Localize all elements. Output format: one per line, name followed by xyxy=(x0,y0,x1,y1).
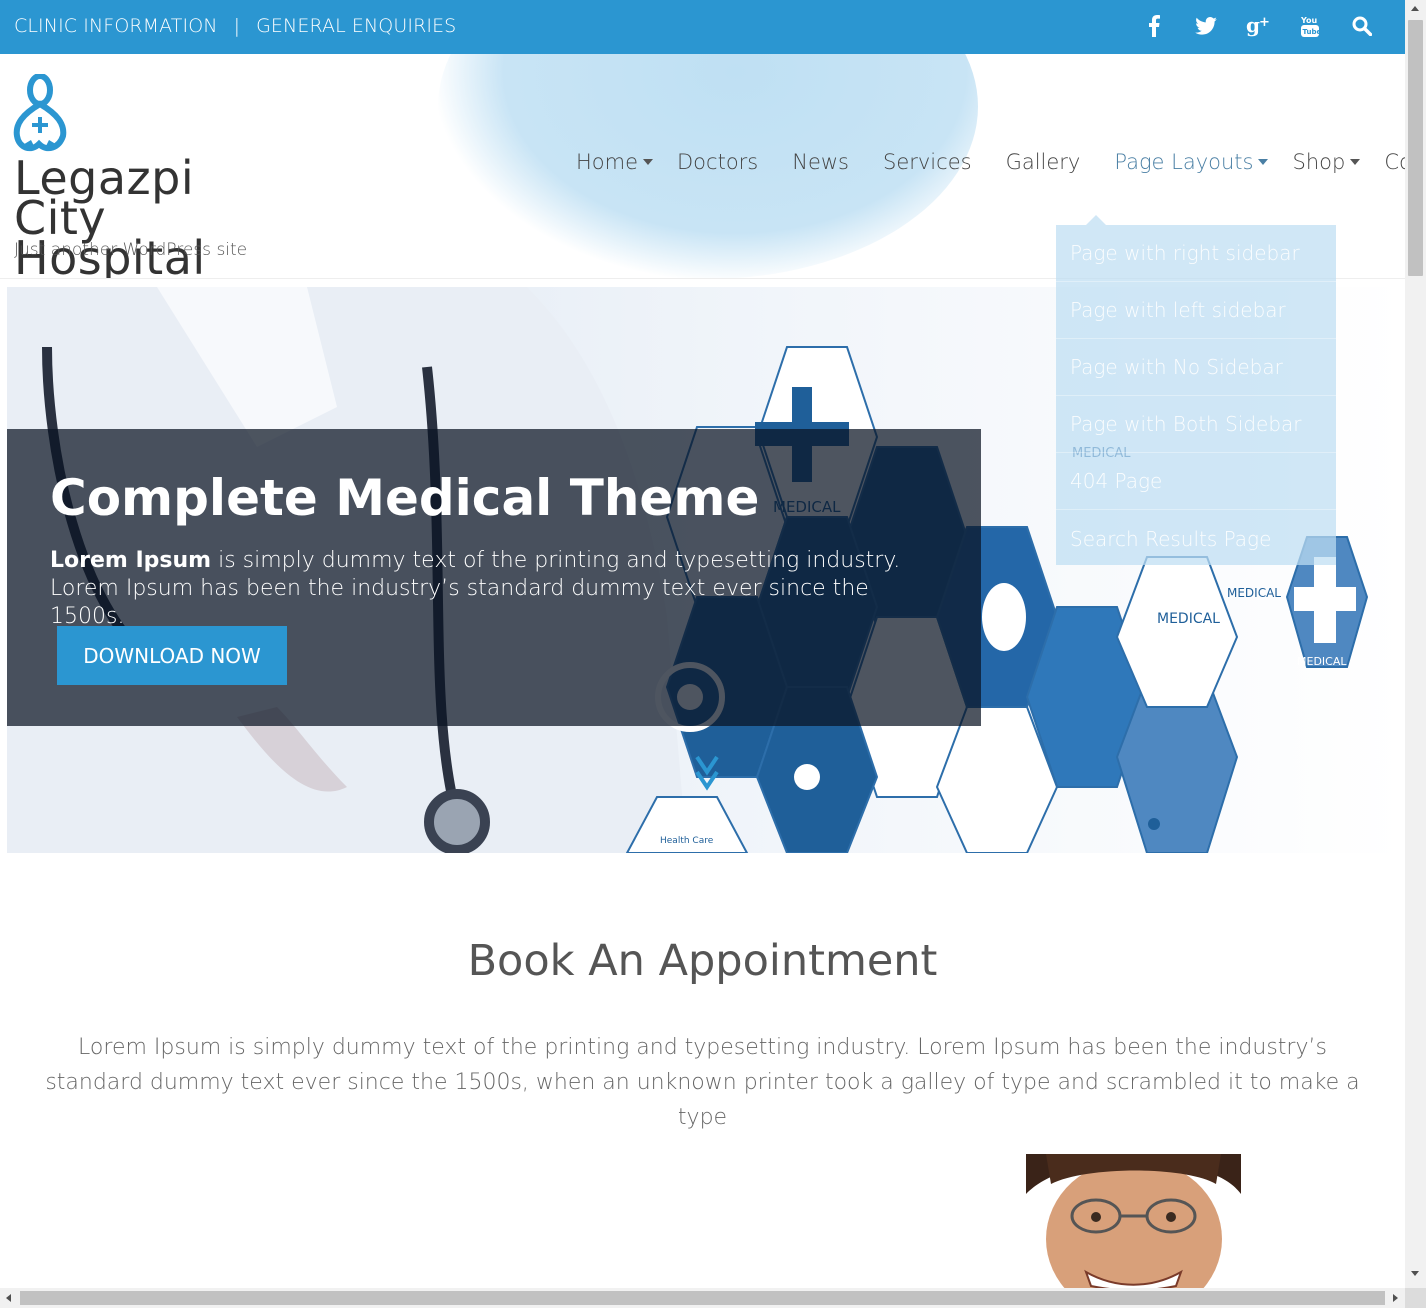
nav-item-gallery-label: Gallery xyxy=(1005,150,1081,174)
appointment-text: Lorem Ipsum is simply dummy text of the … xyxy=(45,1035,1360,1130)
nav-item-news-label: News xyxy=(792,150,849,174)
scroll-up-arrow-icon[interactable] xyxy=(1411,6,1419,11)
nav-item-services[interactable]: Services xyxy=(883,150,972,174)
dropdown-item-404-page[interactable]: 404 Page xyxy=(1056,453,1336,510)
svg-text:MEDICAL: MEDICAL xyxy=(1227,586,1281,600)
nav-item-services-label: Services xyxy=(883,150,972,174)
search-icon[interactable] xyxy=(1349,12,1375,40)
site-title[interactable]: Legazpi City Hospital xyxy=(14,155,294,278)
chevron-down-icon xyxy=(1258,159,1269,165)
twitter-icon[interactable] xyxy=(1193,12,1219,40)
chevron-down-icon xyxy=(1350,159,1361,165)
appointment-heading: Book An Appointment xyxy=(467,936,938,986)
clinic-information-link[interactable]: CLINIC INFORMATION xyxy=(14,15,218,37)
main-navigation: Home Doctors News Services Gallery Page … xyxy=(576,150,1405,174)
nav-item-contact[interactable]: Contact xyxy=(1384,150,1405,174)
doctor-photo xyxy=(1026,1154,1241,1289)
svg-text:You: You xyxy=(1300,16,1318,25)
vertical-scroll-thumb[interactable] xyxy=(1408,20,1423,276)
top-links: CLINIC INFORMATION | GENERAL ENQUIRIES xyxy=(14,15,456,37)
horizontal-scroll-thumb[interactable] xyxy=(20,1291,1385,1305)
slide-text-bold: Lorem Ipsum xyxy=(50,548,212,573)
svg-text:Health Care: Health Care xyxy=(660,836,714,846)
nav-item-page-layouts-label: Page Layouts xyxy=(1114,150,1254,174)
dropdown-item-left-sidebar[interactable]: Page with left sidebar xyxy=(1056,282,1336,339)
vertical-scrollbar[interactable] xyxy=(1405,0,1426,1288)
youtube-icon[interactable]: You Tube xyxy=(1297,12,1323,40)
dropdown-item-no-sidebar[interactable]: Page with No Sidebar xyxy=(1056,339,1336,396)
slide-caption: Complete Medical Theme Lorem Ipsum is si… xyxy=(7,429,981,726)
chevron-down-icon xyxy=(643,159,654,165)
scrollbar-corner xyxy=(1405,1288,1426,1308)
nav-item-page-layouts[interactable]: Page Layouts xyxy=(1114,150,1269,174)
nav-item-gallery[interactable]: Gallery xyxy=(1006,150,1081,174)
slide-text: Lorem Ipsum is simply dummy text of the … xyxy=(50,547,930,631)
nav-item-home[interactable]: Home xyxy=(576,150,654,174)
top-bar: CLINIC INFORMATION | GENERAL ENQUIRIES g… xyxy=(0,0,1405,54)
svg-text:MEDICAL: MEDICAL xyxy=(1157,611,1220,627)
slide-heading: Complete Medical Theme xyxy=(50,469,760,527)
download-now-button[interactable]: DOWNLOAD NOW xyxy=(57,626,287,685)
dropdown-item-both-sidebar[interactable]: Page with Both Sidebar xyxy=(1056,396,1336,453)
social-links: g + You Tube xyxy=(1141,12,1375,40)
general-enquiries-link[interactable]: GENERAL ENQUIRIES xyxy=(256,15,456,37)
svg-text:Tube: Tube xyxy=(1303,28,1321,36)
svg-text:g: g xyxy=(1246,15,1260,37)
dropdown-item-search-results[interactable]: Search Results Page xyxy=(1056,510,1336,567)
top-links-separator: | xyxy=(233,15,241,37)
facebook-icon[interactable] xyxy=(1141,12,1167,40)
google-plus-icon[interactable]: g + xyxy=(1245,12,1271,40)
nav-item-doctors[interactable]: Doctors xyxy=(677,150,758,174)
nav-item-shop[interactable]: Shop xyxy=(1292,150,1361,174)
dropdown-item-right-sidebar[interactable]: Page with right sidebar xyxy=(1056,225,1336,282)
nav-item-contact-label: Contact xyxy=(1384,150,1405,174)
scroll-down-arrow-icon[interactable] xyxy=(1411,1271,1419,1276)
nav-item-news[interactable]: News xyxy=(792,150,849,174)
site-tagline: Just another WordPress site xyxy=(14,240,248,260)
page-layouts-dropdown: Page with right sidebar Page with left s… xyxy=(1056,215,1336,567)
nav-item-doctors-label: Doctors xyxy=(677,150,759,174)
site-logo[interactable] xyxy=(13,73,69,158)
nav-item-shop-label: Shop xyxy=(1292,150,1346,174)
scroll-left-arrow-icon[interactable] xyxy=(6,1294,11,1302)
svg-text:MEDICAL: MEDICAL xyxy=(1297,655,1347,668)
nav-item-home-label: Home xyxy=(576,150,639,174)
svg-text:+: + xyxy=(1259,15,1270,30)
scroll-right-arrow-icon[interactable] xyxy=(1393,1294,1398,1302)
dropdown-arrow xyxy=(1086,215,1106,225)
horizontal-scrollbar[interactable] xyxy=(0,1288,1405,1308)
